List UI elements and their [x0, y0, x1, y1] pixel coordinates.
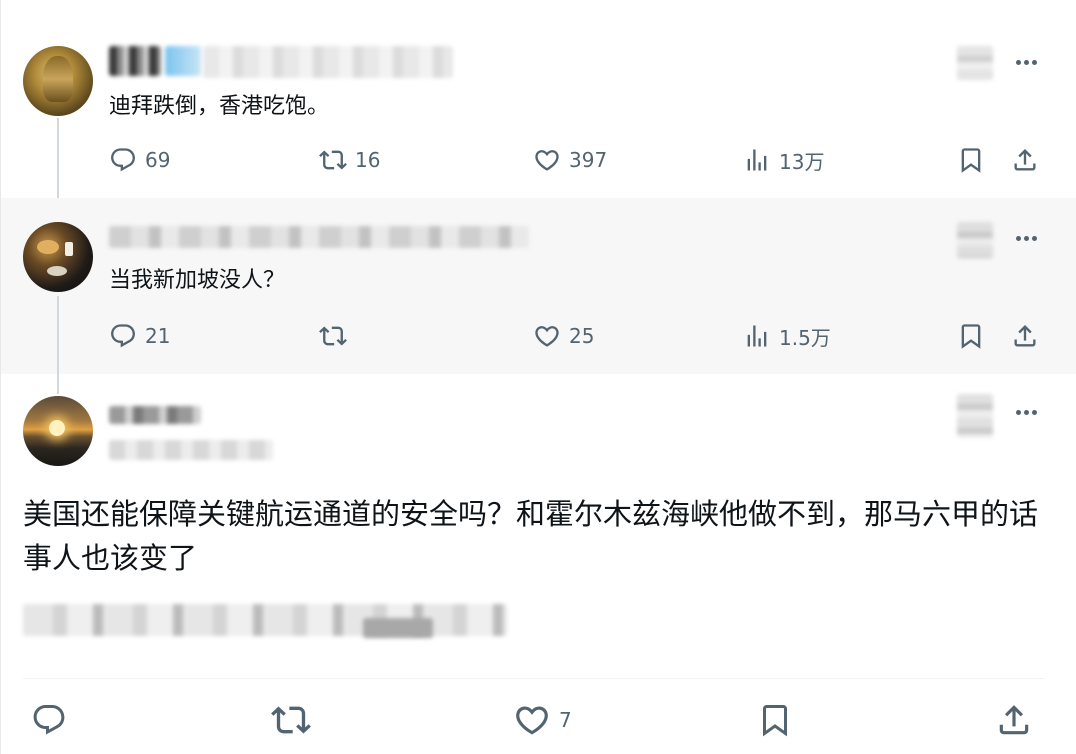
action-bar: 7: [1, 700, 1076, 740]
more-icon[interactable]: [1011, 52, 1041, 72]
reply-icon: [31, 702, 67, 738]
view-count: 1.5万: [779, 325, 831, 350]
like-icon: [513, 701, 551, 739]
like-icon: [533, 146, 561, 174]
tweet-text: 当我新加坡没人？: [109, 268, 286, 293]
reply-tweet-2[interactable]: 当我新加坡没人？ 21 25 1.5万: [1, 198, 1076, 386]
avatar[interactable]: [23, 396, 93, 466]
tweet-text: 美国还能保障关键航运通道的安全吗？和霍尔木兹海峡他做不到，那马六甲的话事人也该变…: [23, 497, 1039, 575]
verified-badge: [165, 46, 201, 76]
retweet-count: 16: [355, 148, 381, 172]
blurred-username: [109, 226, 529, 248]
bookmark-button[interactable]: [957, 140, 985, 180]
share-icon: [995, 701, 1033, 739]
more-icon[interactable]: [1011, 402, 1041, 422]
view-count: 13万: [779, 149, 825, 174]
action-bar: 69 16 397 13万: [1, 140, 1076, 180]
like-count: 7: [559, 708, 572, 732]
blurred-username: [109, 46, 161, 76]
thread-line: [57, 374, 59, 394]
views-button[interactable]: 13万: [743, 140, 824, 180]
reply-count: 69: [145, 148, 171, 172]
retweet-icon: [319, 322, 347, 350]
timeline-frame: 迪拜跌倒，香港吃饱。 69 16 397 13万 当我新加坡没人？ 21 25 …: [0, 0, 1076, 754]
share-button[interactable]: [1011, 140, 1039, 180]
tweet-text: 迪拜跌倒，香港吃饱。: [109, 94, 330, 119]
reply-icon: [109, 322, 137, 350]
like-count: 397: [569, 148, 608, 172]
views-icon: [743, 322, 771, 350]
retweet-icon: [271, 700, 311, 740]
bookmark-icon: [957, 322, 985, 350]
blurred-metadata-2: [363, 618, 433, 638]
retweet-button[interactable]: [271, 700, 311, 740]
like-count: 25: [569, 324, 595, 348]
retweet-button[interactable]: [319, 316, 355, 356]
share-icon: [1011, 322, 1039, 350]
like-button[interactable]: 25: [533, 316, 594, 356]
reply-icon: [109, 146, 137, 174]
avatar[interactable]: [23, 46, 93, 116]
bookmark-button[interactable]: [957, 316, 985, 356]
more-icon[interactable]: [1011, 228, 1041, 248]
blurred-metadata: [23, 604, 507, 636]
bookmark-icon: [757, 702, 793, 738]
bookmark-button[interactable]: [757, 700, 793, 740]
share-button[interactable]: [995, 700, 1033, 740]
blurred-timestamp: [957, 222, 993, 258]
like-button[interactable]: 7: [513, 700, 572, 740]
bookmark-icon: [957, 146, 985, 174]
reply-tweet-1[interactable]: 迪拜跌倒，香港吃饱。 69 16 397 13万: [1, 0, 1076, 198]
reply-button[interactable]: [31, 700, 67, 740]
views-icon: [743, 146, 771, 174]
share-button[interactable]: [1011, 316, 1039, 356]
blurred-handle: [203, 46, 453, 78]
blurred-handle: [109, 440, 273, 460]
retweet-icon: [319, 146, 347, 174]
like-icon: [533, 322, 561, 350]
reply-button[interactable]: 69: [109, 140, 170, 180]
blurred-timestamp: [957, 46, 993, 80]
main-tweet: 美国还能保障关键航运通道的安全吗？和霍尔木兹海峡他做不到，那马六甲的话事人也该变…: [1, 374, 1076, 754]
like-button[interactable]: 397: [533, 140, 607, 180]
action-bar: 21 25 1.5万: [1, 316, 1076, 356]
share-icon: [1011, 146, 1039, 174]
avatar[interactable]: [23, 222, 93, 292]
views-button[interactable]: 1.5万: [743, 316, 831, 356]
blurred-username: [109, 406, 201, 424]
retweet-button[interactable]: 16: [319, 140, 380, 180]
reply-count: 21: [145, 324, 171, 348]
reply-button[interactable]: 21: [109, 316, 170, 356]
blurred-timestamp: [957, 394, 993, 438]
divider: [23, 678, 1045, 679]
